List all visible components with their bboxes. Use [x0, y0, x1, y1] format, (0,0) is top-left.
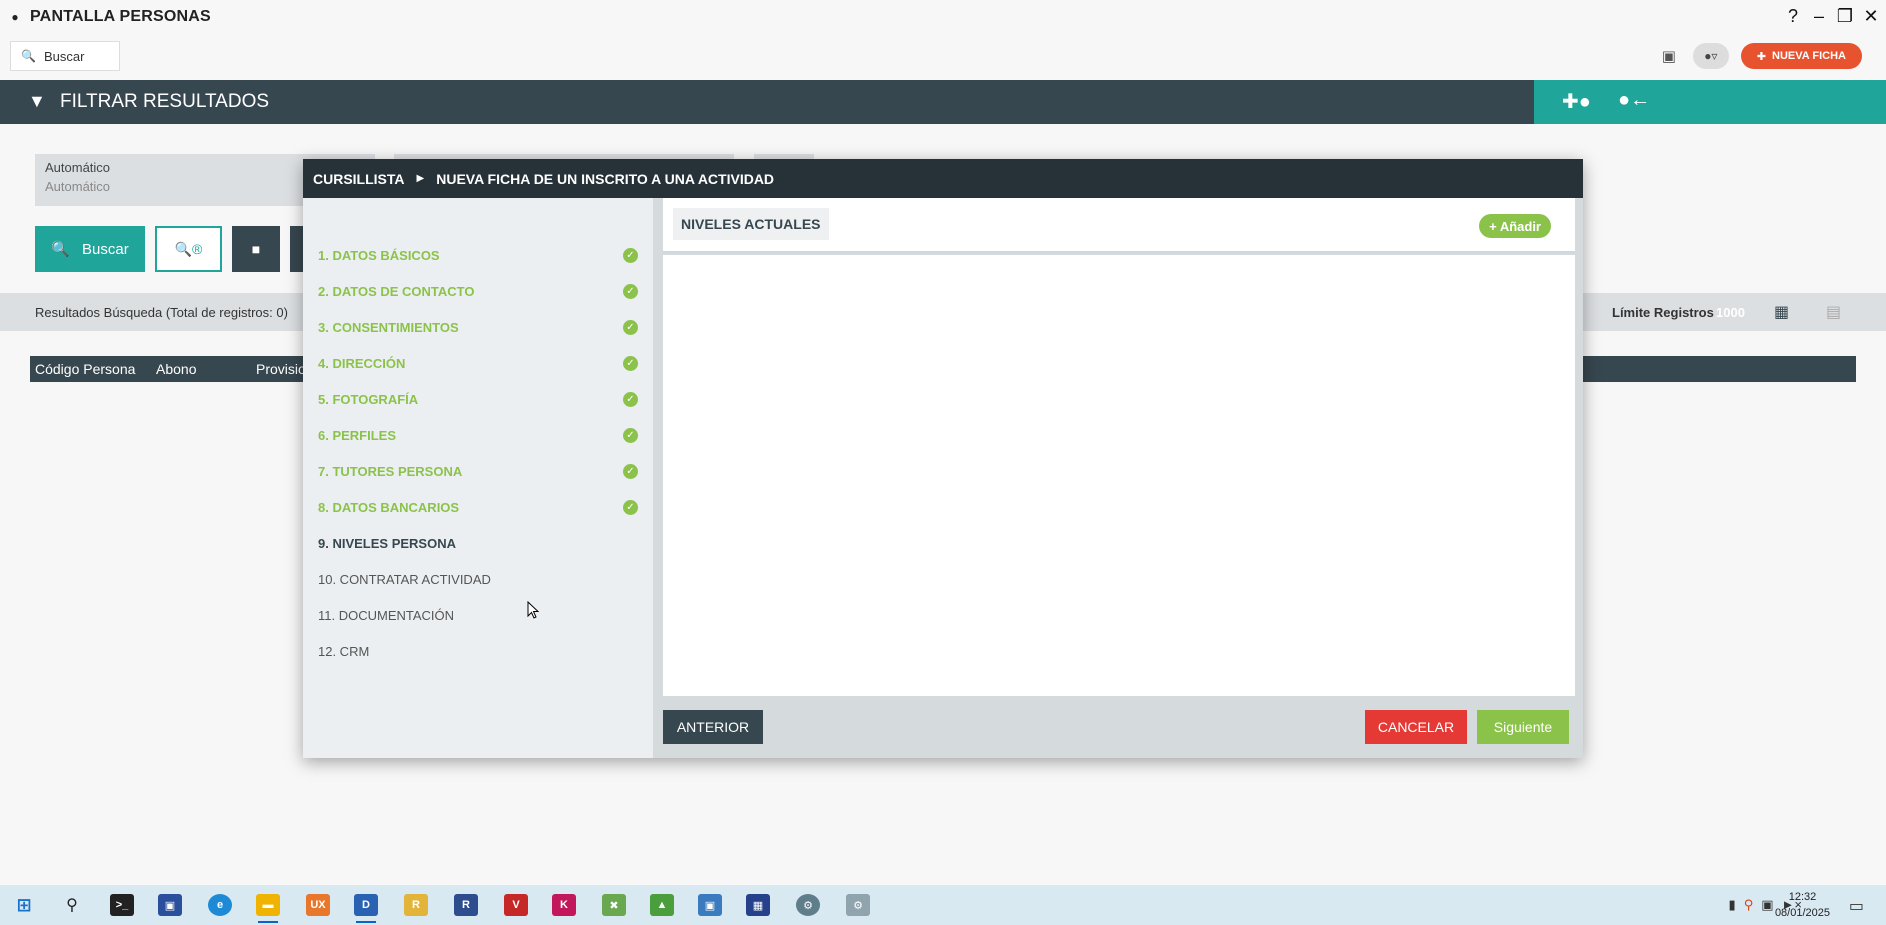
cancel-button[interactable]: CANCELAR	[1365, 710, 1467, 744]
k-app-icon[interactable]: K	[552, 894, 576, 916]
filter-bar[interactable]: ▼ FILTRAR RESULTADOS ✚● ●←	[0, 80, 1886, 124]
wizard-steps: 1. DATOS BÁSICOS ✓ 2. DATOS DE CONTACTO ✓ …	[303, 198, 653, 758]
check-icon: ✓	[623, 463, 638, 479]
search-button-label: Buscar	[82, 240, 129, 258]
clock[interactable]: 12:32 08/01/2025	[1775, 889, 1830, 921]
clock-time: 12:32	[1788, 891, 1817, 903]
filter-icon: ▼	[28, 91, 46, 111]
cube-app-icon[interactable]: ▦	[746, 894, 770, 916]
step-item[interactable]: 8. DATOS BANCARIOS ✓	[318, 496, 638, 518]
step-item[interactable]: 11. DOCUMENTACIÓN	[318, 604, 638, 626]
toolbar-right: ▣ ●▿ ✚ NUEVA FICHA	[1657, 43, 1862, 69]
check-icon: ✓	[623, 391, 638, 407]
add-person-icon: ✚	[1756, 50, 1767, 63]
step-item[interactable]: 6. PERFILES ✓	[318, 424, 638, 446]
next-button[interactable]: Siguiente	[1477, 710, 1569, 744]
column-provisio[interactable]: Provisio	[256, 361, 306, 377]
filter-actions: ✚● ●←	[1534, 80, 1886, 124]
results-count: Resultados Búsqueda (Total de registros:…	[35, 305, 288, 320]
breadcrumb-root: CURSILLISTA	[313, 170, 405, 187]
step-item[interactable]: 1. DATOS BÁSICOS ✓	[318, 244, 638, 266]
check-icon: ✓	[623, 247, 638, 263]
breadcrumb-separator-icon: ▶	[416, 173, 425, 184]
tools-icon[interactable]: ✖	[602, 894, 626, 916]
step-item[interactable]: 10. CONTRATAR ACTIVIDAD	[318, 568, 638, 590]
modal-breadcrumb: CURSILLISTA ▶ NUEVA FICHA DE UN INSCRITO…	[303, 159, 1583, 198]
help-icon[interactable]: ?	[1784, 4, 1802, 28]
step-item[interactable]: 5. FOTOGRAFÍA ✓	[318, 388, 638, 410]
step-item[interactable]: 4. DIRECCIÓN ✓	[318, 352, 638, 374]
search-button[interactable]: 🔍 Buscar	[35, 226, 145, 272]
toolbar: 🔍 Buscar ▣ ●▿ ✚ NUEVA FICHA	[0, 33, 1886, 80]
d-app-icon[interactable]: D	[354, 894, 378, 923]
image-app-icon[interactable]: ▣	[698, 894, 722, 916]
taskbar: ⊞ ⚲ >_ ▣ e ▬ UX D R R V K ✖ ▲ ▣ ▦ ⚙ ⚙ ▮ …	[0, 885, 1886, 925]
r2-app-icon[interactable]: R	[454, 894, 478, 916]
check-icon: ✓	[623, 355, 638, 371]
search-icon: 🔍	[21, 49, 36, 63]
chart-app-icon[interactable]: ▲	[650, 894, 674, 916]
user-menu-button[interactable]: ●▿	[1692, 43, 1729, 69]
columns-icon[interactable]: ▦	[1774, 302, 1789, 322]
column-codigo[interactable]: Código Persona	[35, 361, 135, 377]
limit-value[interactable]: 1000	[1716, 305, 1745, 320]
windows-start-icon[interactable]: ⊞	[12, 894, 36, 916]
v-app-icon[interactable]: V	[504, 894, 528, 916]
export-icon[interactable]: ▤	[1826, 302, 1841, 322]
search-label: Buscar	[43, 48, 85, 64]
minimize-button[interactable]: –	[1810, 4, 1828, 28]
step-item[interactable]: 3. CONSENTIMIENTOS ✓	[318, 316, 638, 338]
step-item[interactable]: 2. DATOS DE CONTACTO ✓	[318, 280, 638, 302]
content-header: NIVELES ACTUALES + Añadir	[663, 198, 1575, 253]
search-icon[interactable]: ⚲	[60, 894, 84, 916]
clock-date: 08/01/2025	[1774, 907, 1830, 919]
notification-icon[interactable]: ▭	[1849, 896, 1864, 916]
check-icon: ✓	[623, 427, 638, 443]
step-content: NIVELES ACTUALES + Añadir ANTERIOR CANCE…	[653, 198, 1583, 758]
close-button[interactable]: ✕	[1862, 4, 1880, 28]
breadcrumb-current: NUEVA FICHA DE UN INSCRITO A UNA ACTIVID…	[436, 170, 775, 187]
person-arrow-icon[interactable]: ●←	[1618, 89, 1650, 112]
filter-title: FILTRAR RESULTADOS	[60, 91, 270, 112]
ux-icon[interactable]: UX	[306, 894, 330, 916]
step-item[interactable]: 12. CRM	[318, 640, 638, 662]
section-title: NIVELES ACTUALES	[673, 208, 829, 240]
r-app-icon[interactable]: R	[404, 894, 428, 916]
add-level-button[interactable]: + Añadir	[1479, 214, 1551, 238]
levels-list	[663, 255, 1575, 696]
title-bar: ● PANTALLA PERSONAS ? – ❐ ✕	[0, 0, 1886, 33]
window-title: PANTALLA PERSONAS	[30, 7, 211, 25]
network-icon[interactable]: ▣	[1761, 897, 1773, 913]
scan-icon[interactable]: ▣	[1657, 47, 1681, 65]
save-button[interactable]: ■	[232, 226, 280, 272]
check-icon: ✓	[623, 283, 638, 299]
check-icon: ✓	[623, 319, 638, 335]
column-abono[interactable]: Abono	[156, 361, 196, 377]
save-icon: ■	[251, 241, 261, 257]
step-item[interactable]: 7. TUTORES PERSONA ✓	[318, 460, 638, 482]
new-record-button[interactable]: ✚ NUEVA FICHA	[1740, 43, 1862, 69]
previous-button[interactable]: ANTERIOR	[663, 710, 763, 744]
check-icon: ✓	[623, 499, 638, 515]
restore-button[interactable]: ❐	[1836, 4, 1854, 28]
limit-label: Límite Registros	[1612, 305, 1714, 320]
network-app-icon[interactable]: ⚙	[846, 894, 870, 916]
usb-icon[interactable]: ▮	[1729, 897, 1736, 913]
add-person-icon[interactable]: ✚●	[1562, 89, 1591, 114]
new-record-label: NUEVA FICHA	[1772, 50, 1846, 62]
terminal-icon[interactable]: >_	[110, 894, 134, 916]
edge-icon[interactable]: e	[208, 894, 232, 916]
window-controls: ? – ❐ ✕	[1784, 4, 1880, 28]
search-input[interactable]: 🔍 Buscar	[10, 41, 120, 71]
step-item-active[interactable]: 9. NIVELES PERSONA	[318, 532, 638, 554]
person-icon: ●	[11, 9, 19, 24]
advanced-search-button[interactable]: 🔍®	[155, 226, 222, 272]
search-tray-icon[interactable]: ⚲	[1744, 897, 1754, 913]
settings-icon[interactable]: ⚙	[796, 894, 820, 916]
wizard-modal: CURSILLISTA ▶ NUEVA FICHA DE UN INSCRITO…	[303, 159, 1583, 758]
search-icon: 🔍	[51, 241, 70, 258]
folder-icon[interactable]: ▬	[256, 894, 280, 923]
app-icon[interactable]: ▣	[158, 894, 182, 916]
